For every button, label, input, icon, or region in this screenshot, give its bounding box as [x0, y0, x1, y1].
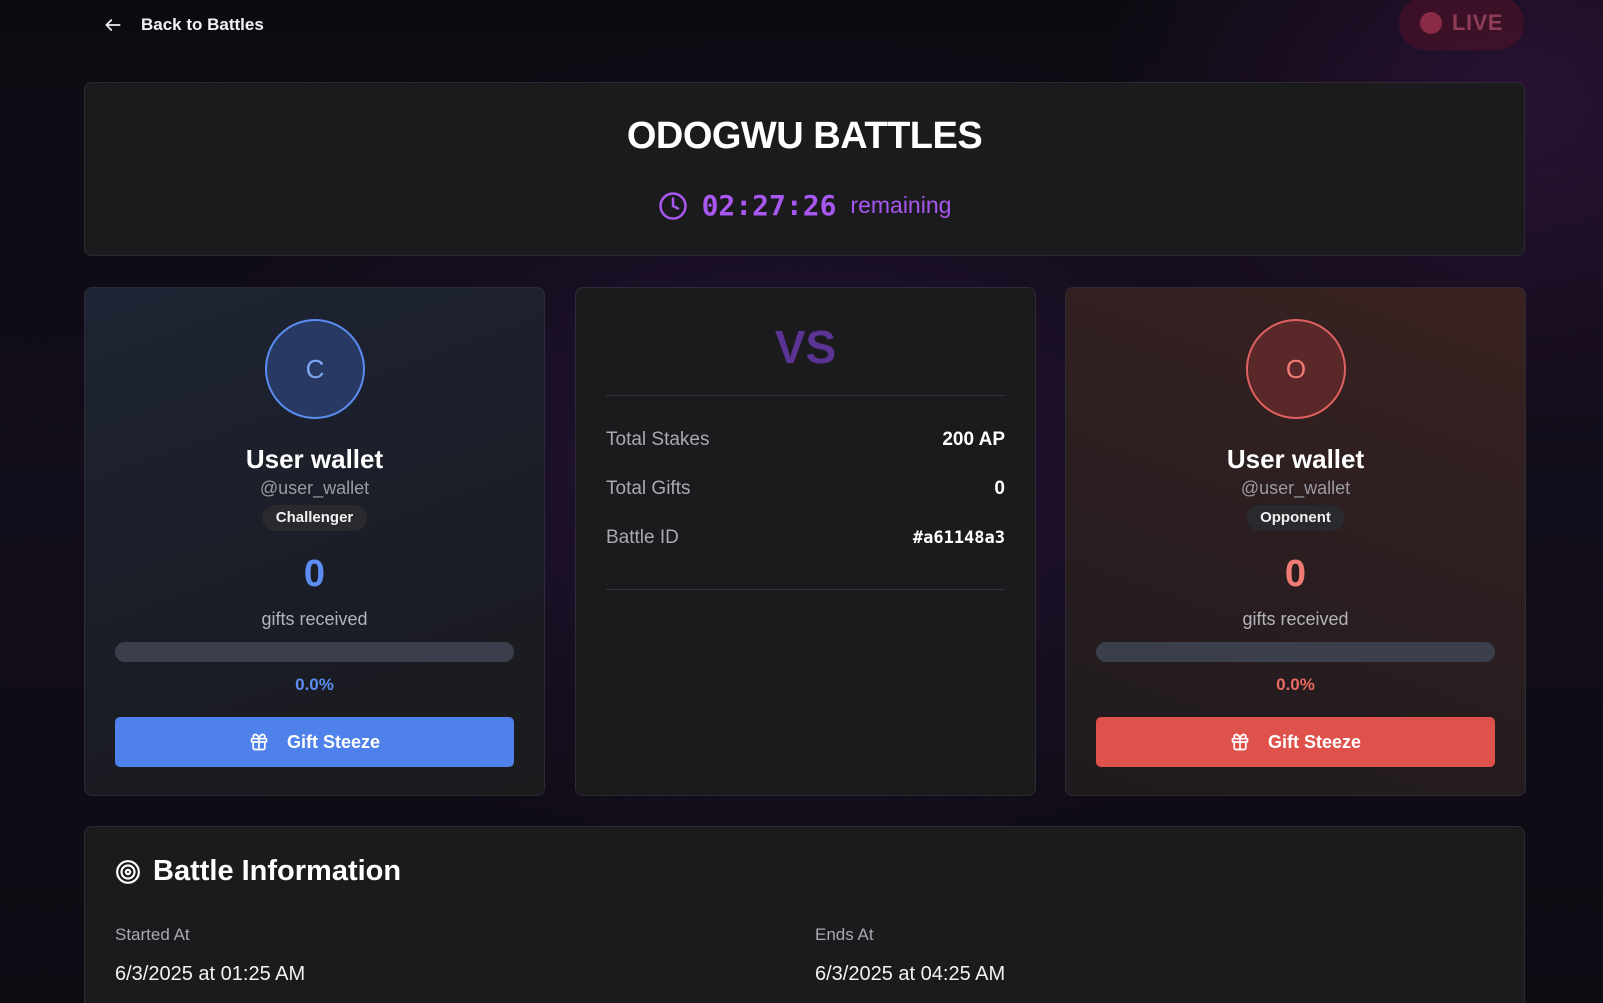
- target-icon: [116, 859, 140, 884]
- opponent-card: O User wallet @user_wallet Opponent 0 gi…: [1065, 287, 1526, 796]
- section-title: Battle Information: [115, 855, 401, 888]
- ends-at-field: Ends At 6/3/2025 at 04:25 AM: [815, 925, 1005, 986]
- top-bar: Back to Battles LIVE: [0, 0, 1603, 50]
- avatar: C: [265, 319, 365, 419]
- gift-icon: [250, 733, 268, 751]
- clock-icon: [658, 191, 687, 220]
- player-name: User wallet: [1226, 444, 1365, 474]
- battle-title: ODOGWU BATTLES: [626, 115, 983, 157]
- live-dot-icon: [1420, 12, 1443, 34]
- ends-at-label: Ends At: [815, 925, 874, 944]
- gift-share-progress-bar: [115, 642, 514, 662]
- started-at-value: 6/3/2025 at 01:25 AM: [115, 963, 306, 985]
- gift-share-percent: 0.0%: [1276, 675, 1315, 694]
- gift-share-progress-bar: [1096, 642, 1495, 662]
- live-label: LIVE: [1452, 10, 1503, 35]
- gift-count-label: gifts received: [261, 609, 368, 629]
- stat-label: Total Gifts: [606, 478, 691, 499]
- gift-count-label: gifts received: [1242, 609, 1349, 629]
- gift-steeze-label: Gift Steeze: [1267, 731, 1362, 752]
- battle-id-value: #a61148a3: [912, 528, 1005, 548]
- stat-label: Battle ID: [606, 527, 679, 548]
- gift-steeze-challenger-button[interactable]: Gift Steeze: [115, 717, 514, 767]
- challenger-card: C User wallet @user_wallet Challenger 0 …: [84, 287, 545, 796]
- stat-value: 200 AP: [942, 429, 1005, 450]
- stat-row-battle-id: Battle ID #a61148a3: [606, 527, 1005, 549]
- arrow-left-icon: [105, 19, 121, 31]
- role-badge: Opponent: [1246, 505, 1345, 531]
- avatar: O: [1246, 319, 1346, 419]
- section-title-text: Battle Information: [153, 855, 402, 887]
- timer-value: 02:27:26: [701, 189, 837, 222]
- player-handle: @user_wallet: [259, 478, 370, 498]
- gift-share-percent: 0.0%: [295, 675, 334, 694]
- ends-at-value: 6/3/2025 at 04:25 AM: [815, 963, 1006, 985]
- vs-label: VS: [774, 321, 837, 373]
- gift-icon: [1231, 733, 1249, 751]
- battle-stats-card: VS Total Stakes 200 AP Total Gifts 0 Bat…: [575, 287, 1036, 796]
- stat-label: Total Stakes: [606, 429, 710, 450]
- role-badge: Challenger: [261, 505, 368, 531]
- player-name: User wallet: [245, 444, 384, 474]
- player-handle: @user_wallet: [1240, 478, 1351, 498]
- started-at-label: Started At: [115, 925, 190, 944]
- divider: [606, 395, 1005, 396]
- gift-count: 0: [303, 553, 326, 595]
- stat-row-total-stakes: Total Stakes 200 AP: [606, 429, 1005, 451]
- back-to-battles-link[interactable]: Back to Battles: [103, 12, 264, 38]
- live-badge: LIVE: [1399, 0, 1524, 50]
- timer-label: remaining: [850, 192, 952, 218]
- started-at-field: Started At 6/3/2025 at 01:25 AM: [115, 925, 305, 986]
- countdown-timer: 02:27:26 remaining: [85, 189, 1524, 222]
- battle-information-card: Battle Information Started At 6/3/2025 a…: [84, 826, 1525, 1003]
- divider: [606, 589, 1005, 590]
- gift-steeze-label: Gift Steeze: [286, 731, 381, 752]
- battle-header-card: ODOGWU BATTLES 02:27:26 remaining: [84, 82, 1525, 256]
- stat-row-total-gifts: Total Gifts 0: [606, 478, 1005, 500]
- gift-steeze-opponent-button[interactable]: Gift Steeze: [1096, 717, 1495, 767]
- back-label: Back to Battles: [141, 15, 264, 34]
- gift-count: 0: [1284, 553, 1307, 595]
- stat-value: 0: [994, 478, 1005, 499]
